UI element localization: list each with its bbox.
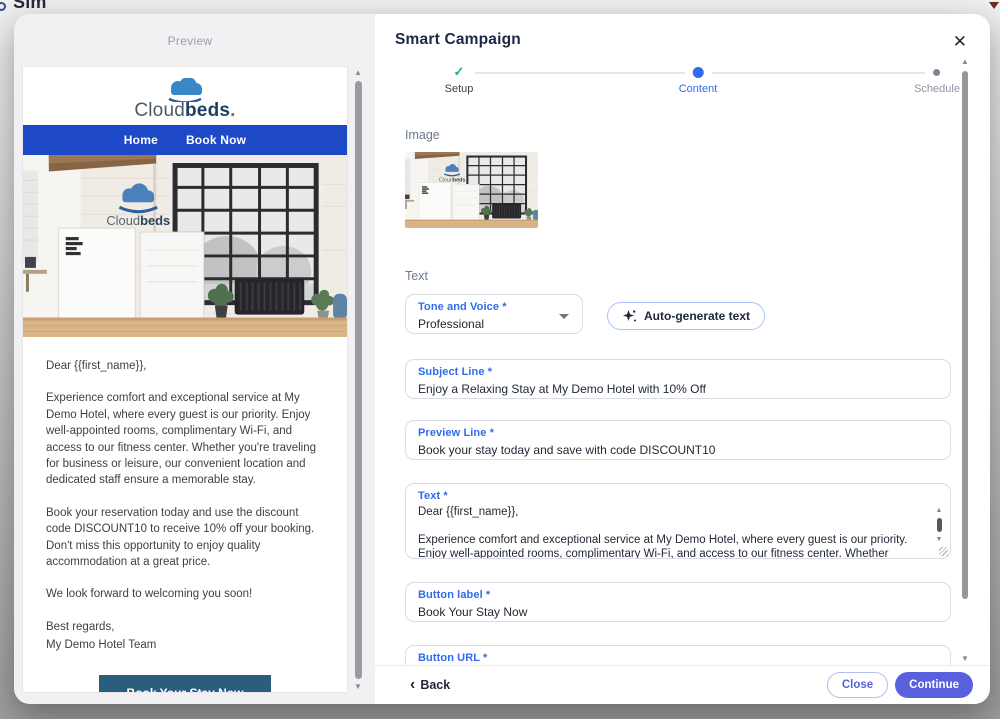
image-section-label: Image [405,128,440,142]
email-signature: Best regards, [46,619,324,635]
resize-grip[interactable] [939,547,948,556]
step-content[interactable]: Content [679,64,718,95]
email-hero-image [23,155,347,337]
nav-book-now-link[interactable]: Book Now [186,133,246,147]
scroll-up-icon[interactable]: ▲ [354,68,362,78]
step-setup[interactable]: ✓ Setup [445,64,474,95]
campaign-image-thumbnail[interactable] [405,152,538,228]
cloudbeds-logo: Cloudbeds. [23,67,347,125]
campaign-form-panel: Smart Campaign ✕ ✓ Setup Content Schedul… [375,14,990,704]
modal-footer: ‹ Back Close Continue [375,665,990,704]
button-label-field[interactable]: Button label * Book Your Stay Now [405,582,951,622]
scroll-down-icon[interactable]: ▼ [936,535,943,544]
email-signature-name: My Demo Hotel Team [46,637,324,653]
modal-title: Smart Campaign [395,31,521,49]
check-icon: ✓ [454,64,465,80]
preview-heading: Preview [14,34,366,48]
form-scrollbar[interactable]: ▲ ▼ [960,57,970,664]
email-preview-panel: Preview Cloudbeds. Home Book Now Dear {{… [14,14,375,704]
stepper: ✓ Setup Content Schedule [395,64,957,98]
email-preview-card: Cloudbeds. Home Book Now Dear {{first_na… [23,67,347,692]
stepper-line [475,72,685,74]
text-field-value: Dear {{first_name}}, Experience comfort … [418,505,938,559]
cloud-icon [163,78,207,102]
chevron-left-icon: ‹ [410,679,415,691]
back-button[interactable]: ‹ Back [410,678,450,692]
close-button[interactable]: Close [827,672,888,698]
form-scrollbar-thumb[interactable] [962,71,968,599]
textarea-scrollbar-thumb[interactable] [937,518,942,532]
preview-scrollbar-thumb[interactable] [355,81,362,679]
step-schedule[interactable]: Schedule [914,64,960,95]
background-ring-icon [0,2,6,11]
active-step-dot-icon [693,67,704,78]
preview-scrollbar[interactable]: ▲ ▼ [352,68,364,692]
text-section-label: Text [405,269,428,283]
scroll-down-icon[interactable]: ▼ [961,654,969,664]
preview-line-field[interactable]: Preview Line * Book your stay today and … [405,420,951,460]
nav-home-link[interactable]: Home [124,133,158,147]
email-body: Dear {{first_name}}, Experience comfort … [23,337,347,654]
continue-button[interactable]: Continue [895,672,973,698]
cloudbeds-wordmark: Cloudbeds. [134,102,235,120]
close-icon[interactable]: ✕ [953,33,967,50]
text-field[interactable]: Text * Dear {{first_name}}, Experience c… [405,483,951,559]
chevron-down-icon [559,314,569,319]
stepper-line [712,72,925,74]
tone-voice-select[interactable]: Tone and Voice * Professional [405,294,583,334]
background-page-title: Sim [13,0,47,13]
email-paragraph: Dear {{first_name}}, [46,358,324,374]
scroll-up-icon[interactable]: ▲ [936,506,943,515]
email-navbar: Home Book Now [23,125,347,155]
auto-generate-button[interactable]: Auto-generate text [607,302,765,330]
email-cta-button[interactable]: Book Your Stay Now [99,675,271,692]
sparkle-icon [622,309,637,324]
todo-step-dot-icon [934,69,941,76]
email-paragraph: We look forward to welcoming you soon! [46,586,324,602]
subject-line-field[interactable]: Subject Line * Enjoy a Relaxing Stay at … [405,359,951,399]
scroll-down-icon[interactable]: ▼ [354,682,362,692]
email-paragraph: Book your reservation today and use the … [46,505,324,571]
scroll-up-icon[interactable]: ▲ [961,57,969,67]
smart-campaign-modal: Preview Cloudbeds. Home Book Now Dear {{… [14,14,990,704]
corner-marker-icon [989,2,999,9]
textarea-scrollbar[interactable]: ▲ ▼ [933,506,945,544]
email-paragraph: Experience comfort and exceptional servi… [46,390,324,488]
